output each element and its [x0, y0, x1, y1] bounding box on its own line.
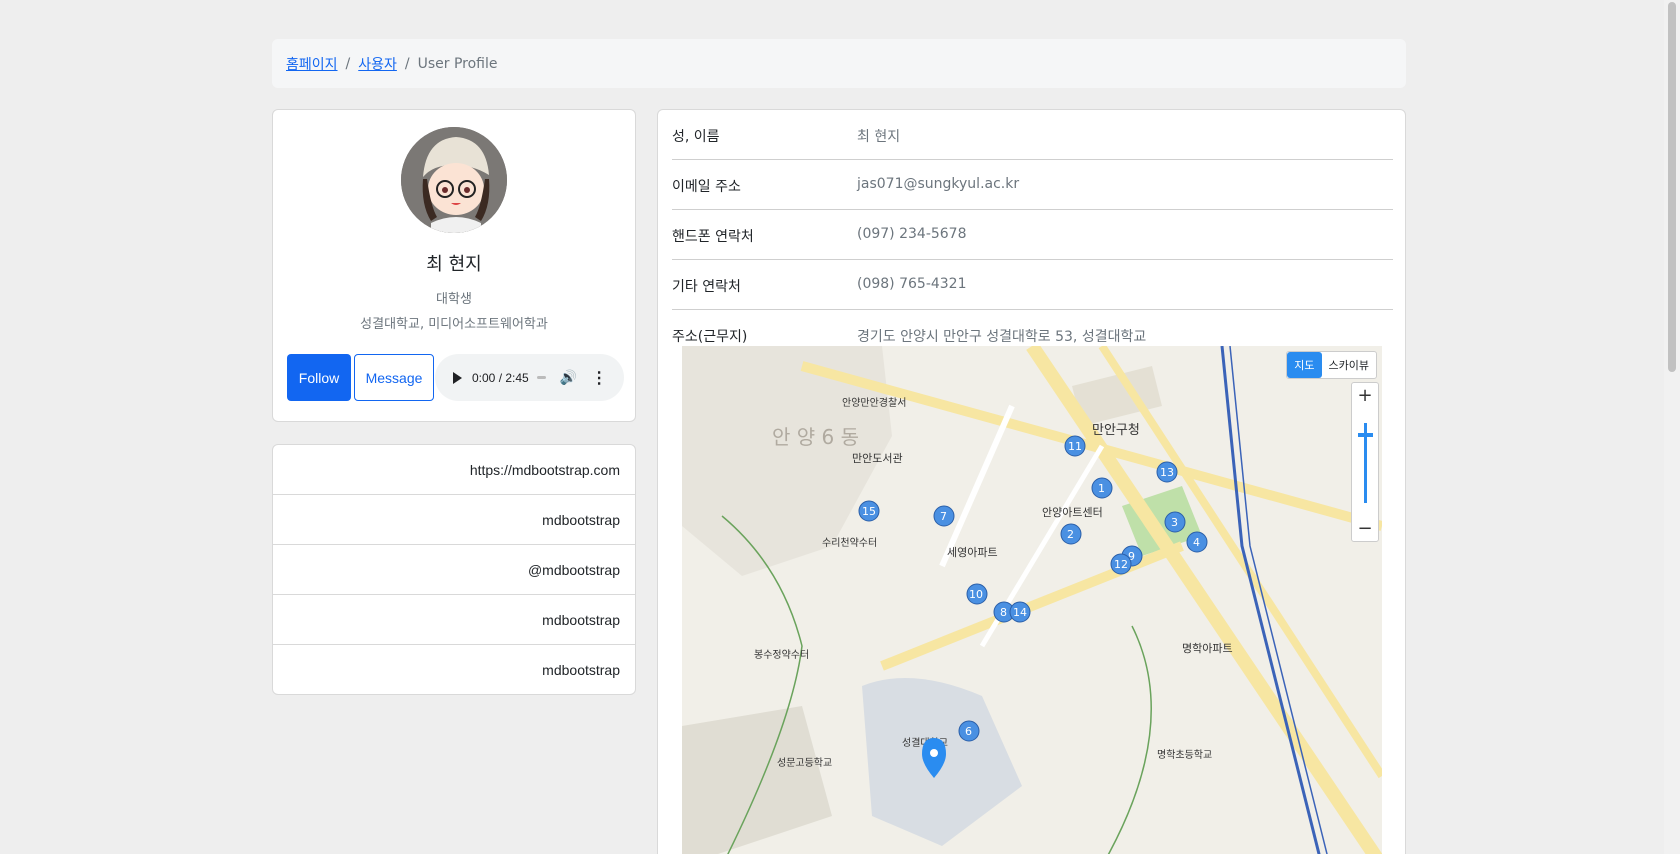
volume-icon[interactable]: 🔊	[560, 369, 577, 386]
svg-text:11: 11	[1068, 440, 1082, 453]
info-value: (097) 234-5678	[857, 226, 967, 242]
svg-text:성문고등학교: 성문고등학교	[777, 757, 832, 769]
info-row-email: 이메일 주소 jas071@sungkyul.ac.kr	[672, 160, 1393, 210]
svg-text:14: 14	[1013, 606, 1027, 619]
info-label: 이메일 주소	[672, 179, 741, 195]
info-label: 핸드폰 연락처	[672, 229, 754, 245]
svg-text:12: 12	[1114, 558, 1128, 571]
zoom-out-icon[interactable]: −	[1352, 518, 1378, 539]
list-item[interactable]: mdbootstrap	[273, 645, 635, 695]
map-marker[interactable]: 2	[1060, 523, 1082, 545]
list-item[interactable]: @mdbootstrap	[273, 545, 635, 595]
svg-text:6: 6	[965, 725, 972, 738]
svg-text:4: 4	[1193, 536, 1200, 549]
avatar	[401, 127, 507, 233]
info-label: 성, 이름	[672, 129, 720, 145]
profile-name: 최 현지	[426, 254, 482, 275]
breadcrumb-users-link[interactable]: 사용자	[358, 54, 397, 74]
svg-text:세영아파트: 세영아파트	[947, 546, 998, 559]
breadcrumb: 홈페이지 / 사용자 / User Profile	[272, 39, 1406, 88]
info-value: 경기도 안양시 만안구 성결대학로 53, 성결대학교	[857, 329, 1147, 345]
list-item[interactable]: mdbootstrap	[273, 595, 635, 645]
info-row-phone: 핸드폰 연락처 (097) 234-5678	[672, 210, 1393, 260]
social-links-card: https://mdbootstrap.com mdbootstrap @mdb…	[272, 444, 636, 695]
breadcrumb-separator: /	[345, 55, 351, 72]
zoom-slider-handle[interactable]	[1358, 433, 1373, 437]
info-row-other: 기타 연락처 (098) 765-4321	[672, 260, 1393, 310]
svg-text:10: 10	[969, 588, 983, 601]
svg-text:13: 13	[1160, 466, 1174, 479]
page-scrollbar[interactable]	[1664, 0, 1680, 854]
map[interactable]: 안 양 6 동 만안구청 안양아트센터 만안도서관 세영아파트 성결대학교 명학…	[682, 346, 1382, 854]
svg-text:7: 7	[940, 510, 947, 523]
info-value: jas071@sungkyul.ac.kr	[857, 176, 1020, 192]
map-marker[interactable]: 7	[933, 505, 955, 527]
info-row-name: 성, 이름 최 현지	[672, 110, 1393, 160]
map-marker[interactable]: 14	[1009, 601, 1031, 623]
breadcrumb-separator: /	[404, 55, 410, 72]
map-marker[interactable]: 6	[958, 720, 980, 742]
map-canvas[interactable]: 안 양 6 동 만안구청 안양아트센터 만안도서관 세영아파트 성결대학교 명학…	[682, 346, 1382, 854]
svg-text:15: 15	[862, 505, 876, 518]
map-marker[interactable]: 13	[1156, 461, 1178, 483]
info-label: 기타 연락처	[672, 279, 741, 295]
svg-text:안양아트센터: 안양아트센터	[1042, 506, 1103, 519]
svg-text:수리천약수터: 수리천약수터	[822, 537, 877, 549]
profile-role: 대학생	[436, 292, 472, 307]
audio-time: 0:00 / 2:45	[472, 370, 529, 385]
map-marker[interactable]: 11	[1064, 435, 1086, 457]
svg-text:2: 2	[1067, 528, 1074, 541]
audio-progress[interactable]	[536, 376, 546, 379]
audio-player: 0:00 / 2:45 🔊 ⋮	[435, 354, 624, 401]
play-icon[interactable]	[453, 371, 462, 384]
svg-text:8: 8	[1000, 606, 1007, 619]
skyview-button[interactable]: 스카이뷰	[1322, 352, 1376, 378]
info-value: 최 현지	[857, 129, 901, 145]
svg-text:1: 1	[1098, 482, 1105, 495]
svg-text:안양만안경찰서: 안양만안경찰서	[842, 396, 906, 409]
map-type-toggle[interactable]: 지도 스카이뷰	[1286, 351, 1377, 379]
zoom-control[interactable]: + −	[1351, 382, 1379, 542]
svg-text:만안구청: 만안구청	[1092, 423, 1140, 438]
map-marker[interactable]: 3	[1164, 511, 1186, 533]
avatar-illustration	[401, 127, 507, 233]
zoom-in-icon[interactable]: +	[1352, 385, 1378, 406]
scrollbar-thumb[interactable]	[1668, 2, 1676, 372]
profile-school: 성결대학교, 미디어소프트웨어학과	[360, 317, 548, 332]
map-marker[interactable]: 4	[1186, 531, 1208, 553]
map-marker[interactable]: 10	[966, 583, 988, 605]
map-marker[interactable]: 12	[1110, 553, 1132, 575]
svg-text:봉수정약수터: 봉수정약수터	[754, 649, 809, 661]
info-card: 성, 이름 최 현지 이메일 주소 jas071@sungkyul.ac.kr …	[657, 109, 1406, 854]
list-item[interactable]: https://mdbootstrap.com	[273, 445, 635, 495]
svg-text:3: 3	[1171, 516, 1178, 529]
breadcrumb-current: User Profile	[417, 55, 498, 72]
map-marker[interactable]: 1	[1091, 477, 1113, 499]
map-district-label: 안 양 6 동	[772, 425, 859, 449]
svg-text:명학초등학교: 명학초등학교	[1157, 749, 1212, 761]
follow-button[interactable]: Follow	[287, 354, 351, 401]
svg-text:만안도서관: 만안도서관	[852, 452, 903, 465]
list-item[interactable]: mdbootstrap	[273, 495, 635, 545]
profile-card: 최 현지 대학생 성결대학교, 미디어소프트웨어학과 Follow Messag…	[272, 109, 636, 422]
info-value: (098) 765-4321	[857, 276, 967, 292]
breadcrumb-home-link[interactable]: 홈페이지	[286, 54, 338, 74]
message-button[interactable]: Message	[354, 354, 434, 401]
svg-text:명학아파트: 명학아파트	[1182, 642, 1233, 655]
info-label: 주소(근무지)	[672, 329, 748, 345]
more-options-icon[interactable]: ⋮	[591, 368, 607, 388]
map-view-button[interactable]: 지도	[1287, 352, 1322, 378]
map-marker[interactable]: 15	[858, 500, 880, 522]
